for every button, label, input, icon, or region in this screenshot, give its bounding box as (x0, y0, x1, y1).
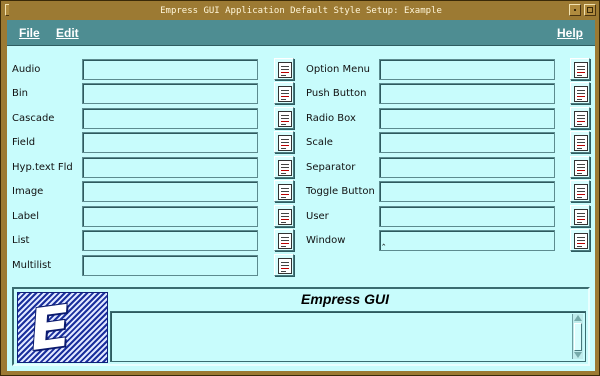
field-radio-box[interactable] (379, 108, 555, 129)
field-audio[interactable] (82, 59, 258, 80)
label-audio: Audio (12, 64, 41, 75)
field-separator[interactable] (379, 157, 555, 178)
menu-help[interactable]: Help (557, 26, 583, 40)
style-sheet-icon (278, 258, 292, 274)
label-image: Image (12, 186, 44, 197)
style-sheet-icon (278, 86, 292, 102)
style-sheet-icon (278, 184, 292, 200)
style-sheet-icon (574, 111, 588, 127)
empress-logo: E (17, 291, 108, 365)
field-field[interactable] (82, 132, 258, 153)
style-button-multilist[interactable] (274, 254, 294, 276)
logo-letter-e-icon: E (27, 291, 73, 365)
field-image[interactable] (82, 181, 258, 202)
style-button-scale[interactable] (570, 131, 590, 153)
style-sheet-icon (278, 233, 292, 249)
field-scale[interactable] (379, 132, 555, 153)
style-sheet-icon (574, 135, 588, 151)
style-button-audio[interactable] (274, 58, 294, 80)
menu-bar: File Edit Help (7, 20, 595, 46)
scroll-up-icon[interactable] (574, 315, 582, 321)
maximize-icon (587, 7, 593, 13)
label-toggle-button: Toggle Button (306, 186, 375, 197)
message-area[interactable] (110, 311, 586, 362)
label-list: List (12, 235, 30, 246)
window-title: Empress GUI Application Default Style Se… (9, 4, 593, 18)
main-client-area: File Edit Help Audio Bin Cascade Field H… (7, 20, 595, 371)
scroll-thumb[interactable] (574, 323, 582, 351)
field-window[interactable]: ‸ (379, 230, 555, 251)
label-label: Label (12, 211, 39, 222)
scroll-down-icon[interactable] (574, 352, 582, 358)
style-sheet-icon (574, 184, 588, 200)
style-button-image[interactable] (274, 180, 294, 202)
style-sheet-icon (278, 62, 292, 78)
style-sheet-icon (574, 209, 588, 225)
label-option-menu: Option Menu (306, 64, 371, 75)
style-button-cascade[interactable] (274, 107, 294, 129)
status-panel: E Empress GUI (12, 287, 590, 366)
label-push-button: Push Button (306, 88, 367, 99)
style-button-field[interactable] (274, 131, 294, 153)
style-button-toggle-button[interactable] (570, 180, 590, 202)
label-cascade: Cascade (12, 113, 55, 124)
style-button-push-button[interactable] (570, 82, 590, 104)
field-cascade[interactable] (82, 108, 258, 129)
field-toggle-button[interactable] (379, 181, 555, 202)
style-button-separator[interactable] (570, 156, 590, 178)
window-frame: Empress GUI Application Default Style Se… (0, 0, 600, 376)
label-scale: Scale (306, 137, 333, 148)
style-sheet-icon (574, 160, 588, 176)
label-hyp-text-fld: Hyp.text Fld (12, 162, 73, 173)
style-button-user[interactable] (570, 205, 590, 227)
minimize-button[interactable] (569, 4, 581, 16)
field-option-menu[interactable] (379, 59, 555, 80)
style-sheet-icon (278, 135, 292, 151)
label-bin: Bin (12, 88, 28, 99)
maximize-button[interactable] (584, 4, 596, 16)
style-button-option-menu[interactable] (570, 58, 590, 80)
field-bin[interactable] (82, 83, 258, 104)
label-radio-box: Radio Box (306, 113, 356, 124)
field-user[interactable] (379, 206, 555, 227)
style-button-window[interactable] (570, 229, 590, 251)
label-window: Window (306, 235, 346, 246)
field-push-button[interactable] (379, 83, 555, 104)
message-scrollbar[interactable] (572, 314, 583, 359)
text-cursor-icon: ‸ (382, 235, 386, 246)
style-sheet-icon (278, 209, 292, 225)
field-label[interactable] (82, 206, 258, 227)
menu-edit[interactable]: Edit (56, 26, 79, 40)
label-field: Field (12, 137, 36, 148)
label-separator: Separator (306, 162, 356, 173)
style-button-list[interactable] (274, 229, 294, 251)
style-sheet-icon (574, 62, 588, 78)
style-sheet-icon (574, 86, 588, 102)
style-sheet-icon (278, 160, 292, 176)
style-button-bin[interactable] (274, 82, 294, 104)
style-sheet-icon (278, 111, 292, 127)
panel-title: Empress GUI (301, 291, 389, 307)
style-sheet-icon (574, 233, 588, 249)
minimize-icon (574, 9, 576, 11)
label-multilist: Multilist (12, 260, 52, 271)
label-user: User (306, 211, 329, 222)
field-hyp-text-fld[interactable] (82, 157, 258, 178)
style-button-label[interactable] (274, 205, 294, 227)
style-button-radio-box[interactable] (570, 107, 590, 129)
style-button-hyp-text-fld[interactable] (274, 156, 294, 178)
field-multilist[interactable] (82, 255, 258, 276)
field-list[interactable] (82, 230, 258, 251)
menu-file[interactable]: File (19, 26, 40, 40)
